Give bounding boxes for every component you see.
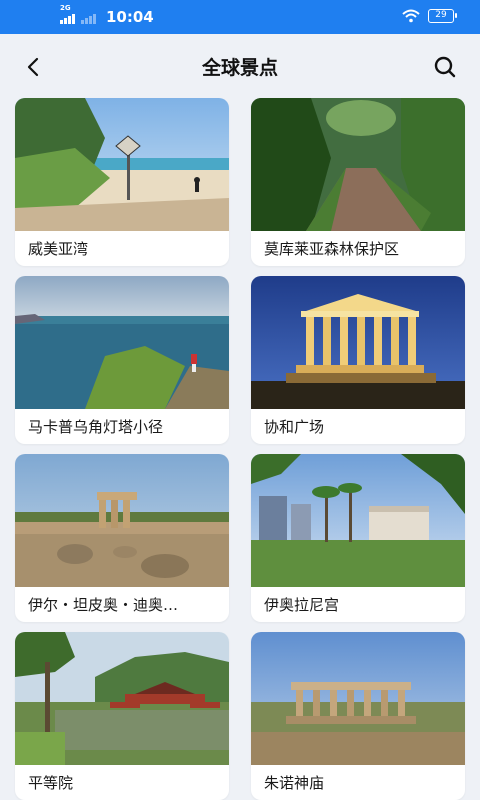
- spot-photo: [15, 276, 229, 409]
- spot-name: 朱诺神庙: [264, 774, 325, 792]
- status-bar: 2G 10:04 29: [0, 0, 480, 34]
- app-header: 全球景点: [0, 34, 480, 98]
- spot-photo: [15, 454, 229, 587]
- spot-photo: [251, 98, 465, 231]
- page-title: 全球景点: [201, 57, 278, 79]
- spot-card[interactable]: 伊奥拉尼宫: [251, 454, 465, 622]
- spot-photo: [251, 276, 465, 409]
- spot-card[interactable]: 朱诺神庙: [251, 632, 465, 800]
- status-right: 29: [402, 9, 457, 23]
- spot-card[interactable]: 威美亚湾: [15, 98, 229, 266]
- search-icon: [434, 56, 456, 78]
- spot-card[interactable]: 平等院: [15, 632, 229, 800]
- spot-photo: [251, 454, 465, 587]
- spot-card[interactable]: 协和广场: [251, 276, 465, 444]
- spot-name: 马卡普乌角灯塔小径: [28, 418, 164, 436]
- spot-name: 伊奥拉尼宫: [264, 596, 340, 614]
- spot-card[interactable]: 莫库莱亚森林保护区: [251, 98, 465, 266]
- signal-icon-secondary: [81, 10, 96, 24]
- spot-photo: [15, 98, 229, 231]
- spot-name: 协和广场: [264, 418, 325, 436]
- signal-icon: 2G: [60, 4, 75, 24]
- battery-icon: 29: [428, 9, 457, 23]
- wifi-icon: [402, 9, 420, 23]
- spot-photo: [15, 632, 229, 765]
- spot-name: 莫库莱亚森林保护区: [264, 240, 400, 258]
- spot-photo: [251, 632, 465, 765]
- status-left: 2G 10:04: [60, 4, 154, 26]
- spot-name: 威美亚湾: [28, 240, 89, 258]
- search-button[interactable]: [430, 52, 460, 82]
- spot-name: 平等院: [28, 774, 74, 792]
- spot-card[interactable]: 伊尔・坦皮奥・迪奥…: [15, 454, 229, 622]
- status-time: 10:04: [106, 8, 154, 26]
- spot-card[interactable]: 马卡普乌角灯塔小径: [15, 276, 229, 444]
- network-type: 2G: [60, 4, 71, 12]
- spot-name: 伊尔・坦皮奥・迪奥…: [28, 596, 179, 614]
